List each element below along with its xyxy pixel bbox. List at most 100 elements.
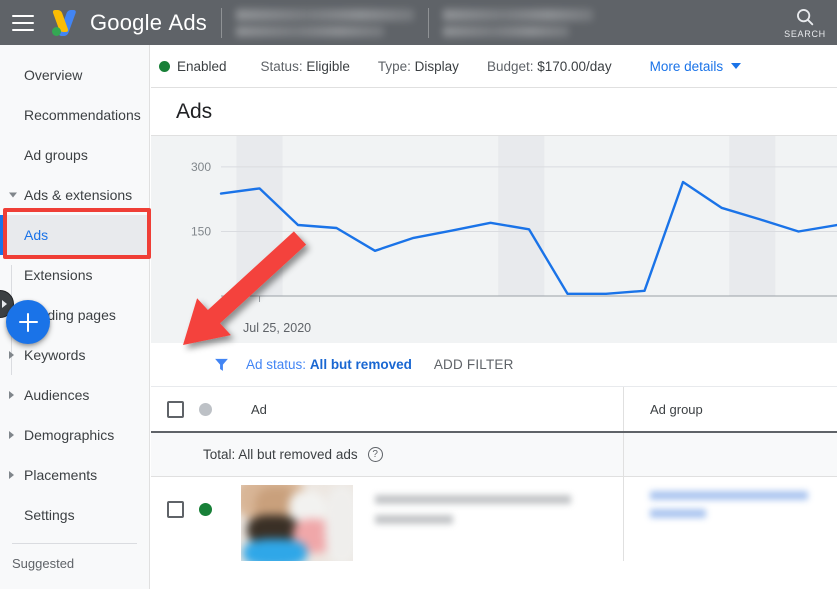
more-details-button[interactable]: More details [650,59,742,74]
filter-chip-value: All but removed [310,357,412,372]
table-row[interactable] [151,477,837,561]
search-icon [794,6,816,28]
campaign-state-label: Enabled [177,59,227,74]
chevron-right-icon[interactable] [9,431,14,439]
account-id-redacted [236,26,384,37]
chevron-right-icon[interactable] [9,351,14,359]
sidebar-item-ad-groups[interactable]: Ad groups [0,135,149,175]
budget-label: Budget: [487,59,534,74]
account-name-redacted [236,9,414,21]
ads-table: Ad Ad group Total: All but removed ads ? [151,387,837,561]
filter-chip-ad-status[interactable]: Ad status: All but removed [246,357,412,372]
sidebar-item-demographics[interactable]: Demographics [0,415,149,455]
campaign-status-strip: Enabled Status: Eligible Type: Display B… [151,45,837,88]
sidebar-item-label: Settings [24,507,75,523]
campaign-id-redacted [443,26,569,37]
sidebar-item-recommendations[interactable]: Recommendations [0,95,149,135]
sidebar-item-label: Audiences [24,387,89,403]
status-label: Status: [261,59,303,74]
status-dot-icon [199,503,212,516]
brand-title: Google Ads [90,10,207,36]
sidebar-item-overview[interactable]: Overview [0,55,149,95]
chevron-right-icon[interactable] [9,471,14,479]
brand-ads: Ads [168,10,207,35]
sidebar-item-settings[interactable]: Settings [0,495,149,535]
filter-bar: Ad status: All but removed ADD FILTER [151,343,837,387]
sidebar-item-label: Overview [24,67,82,83]
topbar-divider [221,8,222,38]
sidebar-divider [12,543,137,544]
sidebar-item-ads-extensions[interactable]: Ads & extensions [0,175,149,215]
add-filter-button[interactable]: ADD FILTER [434,357,514,372]
more-details-label: More details [650,59,724,74]
campaign-type: Type: Display [378,59,459,74]
status-dot-icon [159,61,170,72]
sidebar-item-ads[interactable]: Ads [0,215,149,255]
funnel-icon[interactable] [213,356,230,373]
ad-description-redacted [375,515,453,524]
budget-value: $170.00/day [537,59,611,74]
row-checkbox[interactable] [167,501,184,518]
status-value: Eligible [306,59,350,74]
status-dot-icon [199,403,212,416]
total-row-adgroup-cell [623,433,837,476]
chevron-down-icon[interactable] [9,193,17,198]
row-select-cell [151,477,199,561]
status-column-header [199,403,241,416]
adgroup-link-redacted-2 [650,509,706,518]
google-ads-app: Google Ads SEARCH Overview Recommendation… [0,0,837,589]
column-header-adgroup[interactable]: Ad group [623,387,837,431]
sidebar-item-label: Keywords [24,347,85,363]
row-adgroup-cell[interactable] [623,477,837,561]
chart-y-tick-label: 150 [191,225,211,239]
row-ad-cell [241,477,623,561]
search-button[interactable]: SEARCH [779,0,831,45]
ad-text-redacted [353,485,571,561]
chart-weekend-bands [236,136,775,296]
column-header-ad[interactable]: Ad [241,402,623,417]
performance-chart: 150 300 Jul 25, 2020 [151,136,837,343]
sidebar-item-label: Ads & extensions [24,187,132,203]
brand-google: Google [90,10,162,35]
top-bar: Google Ads SEARCH [0,0,837,45]
table-header-row: Ad Ad group [151,387,837,433]
select-all-cell [151,401,199,418]
type-label: Type: [378,59,411,74]
chart-y-tick-labels: 150 300 [191,160,211,239]
row-status-cell [199,477,241,561]
chart-weekend-band [498,136,544,296]
chevron-right-icon[interactable] [9,391,14,399]
help-circle-icon[interactable]: ? [368,447,383,462]
sidebar-item-label: Recommendations [24,107,141,123]
sidebar-item-label: Demographics [24,427,114,443]
filter-chip-label: Ad status: [246,357,306,372]
total-row-label: Total: All but removed ads [203,447,358,462]
chart-y-tick-label: 300 [191,160,211,174]
sidebar-item-list: Overview Recommendations Ad groups Ads & ex… [0,55,149,535]
column-header-adgroup-label: Ad group [650,402,703,417]
sidebar-item-audiences[interactable]: Audiences [0,375,149,415]
create-ad-fab-button[interactable] [6,300,50,344]
table-total-row: Total: All but removed ads ? [151,433,837,477]
ad-creative-thumbnail[interactable] [241,485,353,561]
chart-canvas: 150 300 Jul 25, 2020 [151,136,837,343]
select-all-checkbox[interactable] [167,401,184,418]
sidebar-item-extensions[interactable]: Extensions [0,255,149,295]
total-row-cell: Total: All but removed ads ? [199,447,623,462]
chart-x-axis-date-label: Jul 25, 2020 [243,321,311,335]
sidebar-section-suggested: Suggested [0,548,149,578]
campaign-state: Enabled [159,59,227,74]
sidebar-suggested-list: Devices [0,578,149,589]
sidebar-item-label: Placements [24,467,97,483]
plus-icon-vertical [27,313,30,332]
account-selector-redacted[interactable] [236,9,414,37]
chevron-down-icon [731,63,741,69]
hamburger-menu-icon[interactable] [12,15,34,31]
sidebar-item-label: Extensions [24,267,92,283]
sidebar-item-devices[interactable]: Devices [0,578,149,589]
search-label: SEARCH [784,29,826,39]
adgroup-link-redacted [650,491,808,500]
sidebar-item-placements[interactable]: Placements [0,455,149,495]
campaign-selector-redacted[interactable] [443,9,593,37]
campaign-status: Status: Eligible [261,59,350,74]
